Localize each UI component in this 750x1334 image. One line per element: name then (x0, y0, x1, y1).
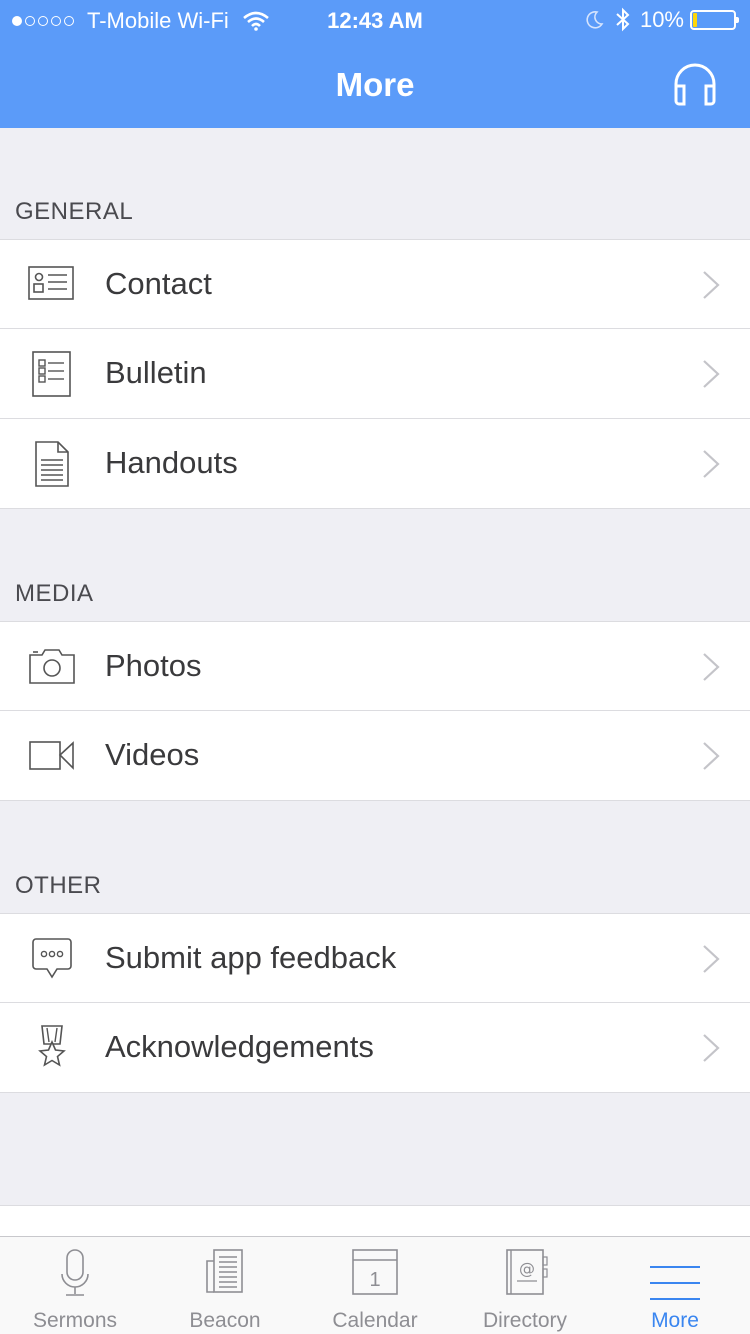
svg-text:@: @ (519, 1259, 535, 1278)
list-footer (0, 1205, 750, 1236)
list-item-label: Bulletin (105, 355, 207, 390)
battery-percent: 10% (639, 7, 684, 32)
chat-bubble-icon (32, 938, 72, 979)
award-icon (38, 1025, 66, 1067)
battery-icon (690, 10, 739, 30)
list-item-label: Contact (105, 266, 212, 301)
nav-bar: More (0, 40, 750, 128)
list-item-handouts[interactable]: Handouts (0, 419, 750, 509)
list-item-label: Submit app feedback (105, 940, 397, 975)
tab-bar: Sermons Beacon 1 Calendar @ Directory Mo… (0, 1236, 750, 1334)
calendar-day: 1 (369, 1269, 380, 1291)
bluetooth-icon (616, 7, 630, 32)
headphones-icon[interactable] (670, 58, 720, 108)
list-item-photos[interactable]: Photos (0, 621, 750, 711)
list-item-label: Handouts (105, 445, 238, 480)
tab-label: Calendar (332, 1309, 418, 1332)
list-item-label: Videos (105, 737, 200, 772)
list-item-contact[interactable]: Contact (0, 239, 750, 329)
tab-beacon[interactable]: Beacon (150, 1237, 300, 1334)
chevron-right-icon (703, 653, 720, 681)
newspaper-icon (206, 1249, 243, 1293)
chevron-right-icon (703, 945, 720, 973)
section-header-media: MEDIA (15, 580, 94, 607)
list-item-feedback[interactable]: Submit app feedback (0, 913, 750, 1003)
contact-card-icon (28, 266, 74, 300)
tab-label: More (651, 1309, 699, 1332)
chevron-right-icon (703, 271, 720, 299)
bulletin-icon (32, 351, 71, 397)
video-camera-icon (29, 741, 74, 770)
section-header-other: OTHER (15, 872, 102, 899)
page-title: More (335, 66, 415, 103)
calendar-icon: 1 (352, 1249, 398, 1295)
address-book-icon: @ (506, 1249, 548, 1295)
chevron-right-icon (703, 1034, 720, 1062)
tab-more[interactable]: More (600, 1237, 750, 1334)
chevron-right-icon (703, 360, 720, 388)
chevron-right-icon (703, 450, 720, 478)
list-item-videos[interactable]: Videos (0, 711, 750, 801)
section-header-general: GENERAL (15, 198, 134, 225)
tab-label: Sermons (32, 1309, 118, 1332)
status-right: 10% (584, 7, 739, 33)
tab-calendar[interactable]: 1 Calendar (300, 1237, 450, 1334)
chevron-right-icon (703, 742, 720, 770)
tab-directory[interactable]: @ Directory (450, 1237, 600, 1334)
status-bar: T-Mobile Wi-Fi 12:43 AM 10% (0, 0, 750, 40)
list-item-label: Photos (105, 648, 202, 683)
camera-icon (29, 649, 75, 684)
list-item-bulletin[interactable]: Bulletin (0, 329, 750, 419)
microphone-icon (61, 1249, 89, 1296)
menu-lines-icon (650, 1266, 700, 1300)
tab-sermons[interactable]: Sermons (0, 1237, 150, 1334)
list-item-label: Acknowledgements (105, 1029, 374, 1064)
document-icon (35, 441, 69, 487)
list-item-acknowledgements[interactable]: Acknowledgements (0, 1003, 750, 1093)
tab-label: Directory (482, 1309, 567, 1332)
moon-icon (586, 11, 604, 29)
tab-label: Beacon (189, 1309, 261, 1332)
